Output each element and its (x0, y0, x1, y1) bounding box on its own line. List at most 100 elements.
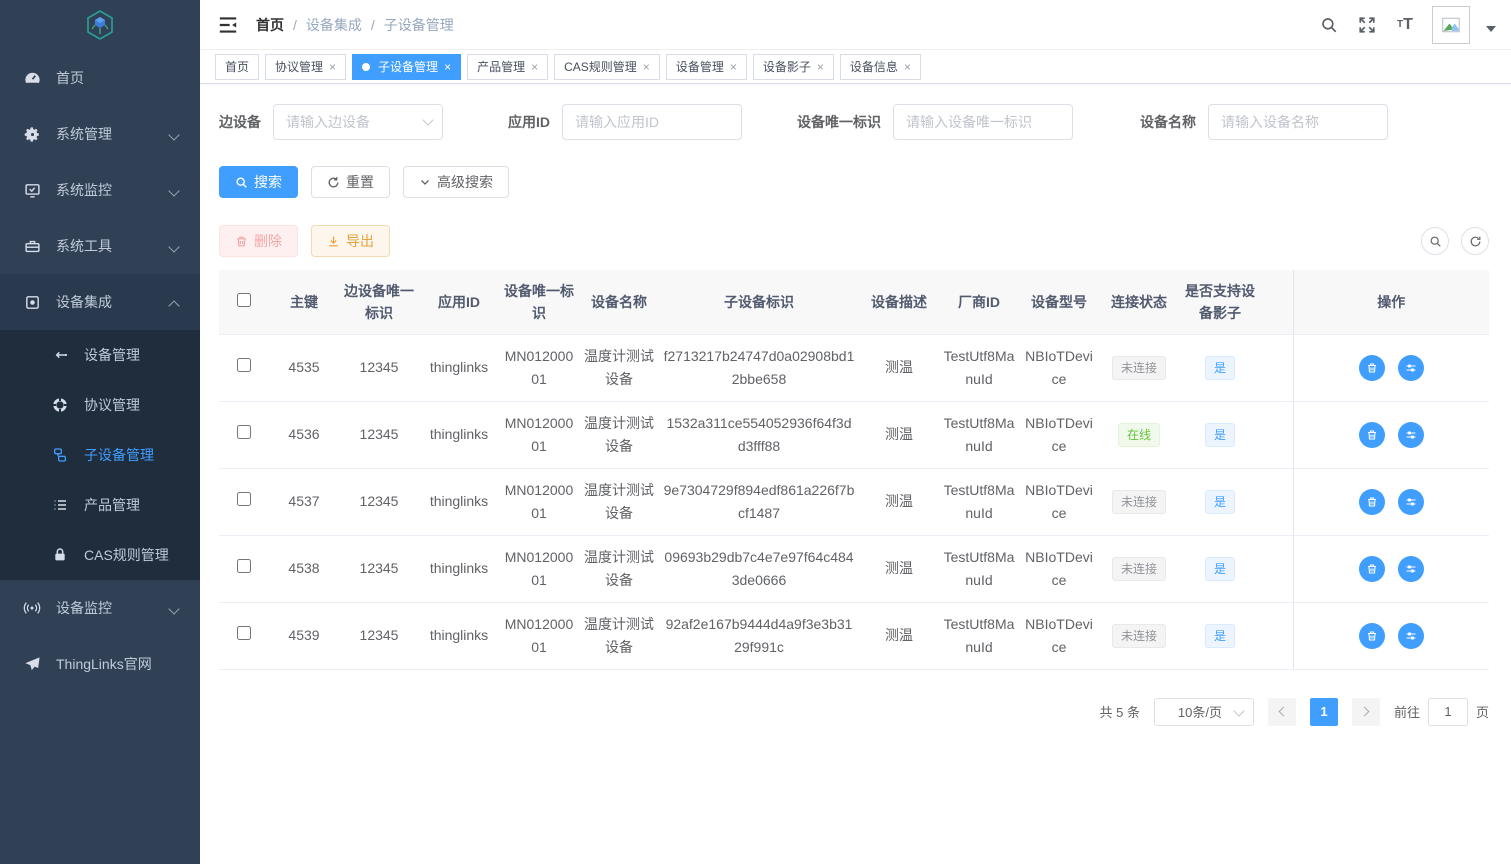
export-button[interactable]: 导出 (311, 225, 390, 257)
tab-home[interactable]: 首页 (215, 54, 259, 80)
select-all-checkbox[interactable] (237, 293, 251, 307)
chevron-up-icon (170, 297, 180, 307)
trash-icon (1366, 563, 1378, 575)
edge-device-select[interactable] (273, 104, 443, 140)
row-settings-button[interactable] (1398, 355, 1424, 381)
sidebar-menu: 首页 系统管理 系统监控 (0, 50, 200, 864)
row-delete-button[interactable] (1359, 355, 1385, 381)
goto-page-input[interactable] (1428, 698, 1468, 726)
row-settings-button[interactable] (1398, 422, 1424, 448)
row-checkbox[interactable] (237, 626, 251, 640)
pagination: 共 5 条 1 前往 页 (219, 698, 1489, 726)
tab-product-mgmt[interactable]: 产品管理× (467, 54, 548, 80)
list-icon (48, 497, 72, 513)
sidebar-item-label: 系统管理 (56, 124, 112, 144)
sidebar-item-device-integration[interactable]: 设备集成 (0, 274, 200, 330)
page-number-1[interactable]: 1 (1310, 698, 1338, 726)
sidebar-item-official-site[interactable]: ThingLinks官网 (0, 636, 200, 692)
row-settings-button[interactable] (1398, 556, 1424, 582)
show-search-button[interactable] (1421, 227, 1449, 255)
device-name-input[interactable] (1208, 104, 1388, 140)
refresh-table-button[interactable] (1461, 227, 1489, 255)
gear-icon (20, 126, 44, 143)
row-checkbox[interactable] (237, 358, 251, 372)
tab-cas-rules[interactable]: CAS规则管理× (554, 54, 660, 80)
close-icon[interactable]: × (730, 61, 737, 73)
table-header-row: 主键 边设备唯一标识 应用ID 设备唯一标识 设备名称 子设备标识 设备描述 厂… (219, 270, 1489, 334)
top-navbar: 首页 / 设备集成 / 子设备管理 TT (200, 0, 1511, 50)
sidebar-item-system-mgmt[interactable]: 系统管理 (0, 106, 200, 162)
row-checkbox[interactable] (237, 492, 251, 506)
header-search-icon[interactable] (1318, 14, 1340, 36)
close-icon[interactable]: × (904, 61, 911, 73)
delete-button[interactable]: 删除 (219, 225, 298, 257)
close-icon[interactable]: × (329, 61, 336, 73)
breadcrumb-device-integration: 设备集成 (306, 15, 362, 35)
row-settings-button[interactable] (1398, 489, 1424, 515)
trash-icon (1366, 362, 1378, 374)
row-settings-button[interactable] (1398, 623, 1424, 649)
page-size-select[interactable] (1154, 698, 1254, 726)
reset-button[interactable]: 重置 (311, 166, 390, 198)
col-header-model: 设备型号 (1019, 270, 1099, 334)
sidebar-item-system-monitor[interactable]: 系统监控 (0, 162, 200, 218)
total-count: 共 5 条 (1100, 702, 1140, 721)
tab-protocol-mgmt[interactable]: 协议管理× (265, 54, 346, 80)
sidebar-item-home[interactable]: 首页 (0, 50, 200, 106)
dashboard-icon (20, 70, 44, 87)
sidebar-item-subdevice-mgmt[interactable]: 子设备管理 (0, 430, 200, 480)
row-checkbox[interactable] (237, 425, 251, 439)
thinglinks-logo-icon (83, 8, 117, 42)
tab-device-shadow[interactable]: 设备影子× (753, 54, 834, 80)
sidebar-item-device-mgmt[interactable]: 设备管理 (0, 330, 200, 380)
tab-device-info[interactable]: 设备信息× (840, 54, 921, 80)
close-icon[interactable]: × (531, 61, 538, 73)
breadcrumb-home[interactable]: 首页 (256, 15, 284, 35)
shadow-badge: 是 (1205, 356, 1235, 380)
filter-label: 边设备 (219, 112, 261, 132)
app-id-input[interactable] (562, 104, 742, 140)
avatar[interactable] (1432, 6, 1470, 44)
shadow-badge: 是 (1205, 490, 1235, 514)
font-size-icon[interactable]: TT (1394, 14, 1416, 36)
avatar-caret-icon[interactable] (1486, 26, 1496, 32)
sidebar-item-label: 设备监控 (56, 598, 112, 618)
tab-subdevice-mgmt[interactable]: 子设备管理× (352, 54, 461, 80)
row-checkbox[interactable] (237, 559, 251, 573)
close-icon[interactable]: × (817, 61, 824, 73)
breadcrumb-separator: / (293, 17, 297, 33)
sidebar-item-product-mgmt[interactable]: 产品管理 (0, 480, 200, 530)
prev-page-button[interactable] (1268, 698, 1296, 726)
sidebar-item-cas-rules[interactable]: CAS规则管理 (0, 530, 200, 580)
row-delete-button[interactable] (1359, 556, 1385, 582)
row-delete-button[interactable] (1359, 422, 1385, 448)
col-header-vendor: 厂商ID (939, 270, 1019, 334)
sliders-icon (1405, 362, 1417, 374)
col-header-device-name: 设备名称 (579, 270, 659, 334)
close-icon[interactable]: × (444, 61, 451, 73)
device-integration-submenu: 设备管理 协议管理 (0, 330, 200, 580)
chevron-down-icon (170, 603, 180, 613)
close-icon[interactable]: × (643, 61, 650, 73)
sidebar-collapse-icon[interactable] (218, 14, 240, 36)
search-button[interactable]: 搜索 (219, 166, 298, 198)
device-identifier-input[interactable] (893, 104, 1073, 140)
app-root: 首页 系统管理 系统监控 (0, 0, 1511, 864)
refresh-icon (1469, 235, 1482, 248)
next-page-button[interactable] (1352, 698, 1380, 726)
goto-label: 前往 (1394, 702, 1420, 721)
sidebar-item-label: 协议管理 (84, 395, 140, 415)
tab-device-mgmt[interactable]: 设备管理× (666, 54, 747, 80)
sidebar-item-system-tools[interactable]: 系统工具 (0, 218, 200, 274)
sidebar-item-label: CAS规则管理 (84, 545, 169, 565)
row-delete-button[interactable] (1359, 489, 1385, 515)
advanced-search-button[interactable]: 高级搜索 (403, 166, 509, 198)
sidebar-item-protocol-mgmt[interactable]: 协议管理 (0, 380, 200, 430)
download-icon (327, 235, 340, 248)
filter-edge-device: 边设备 (219, 104, 443, 140)
fullscreen-icon[interactable] (1356, 14, 1378, 36)
row-delete-button[interactable] (1359, 623, 1385, 649)
sidebar-item-device-monitor[interactable]: 设备监控 (0, 580, 200, 636)
sidebar-item-label: 子设备管理 (84, 445, 154, 465)
status-badge: 在线 (1118, 423, 1160, 447)
